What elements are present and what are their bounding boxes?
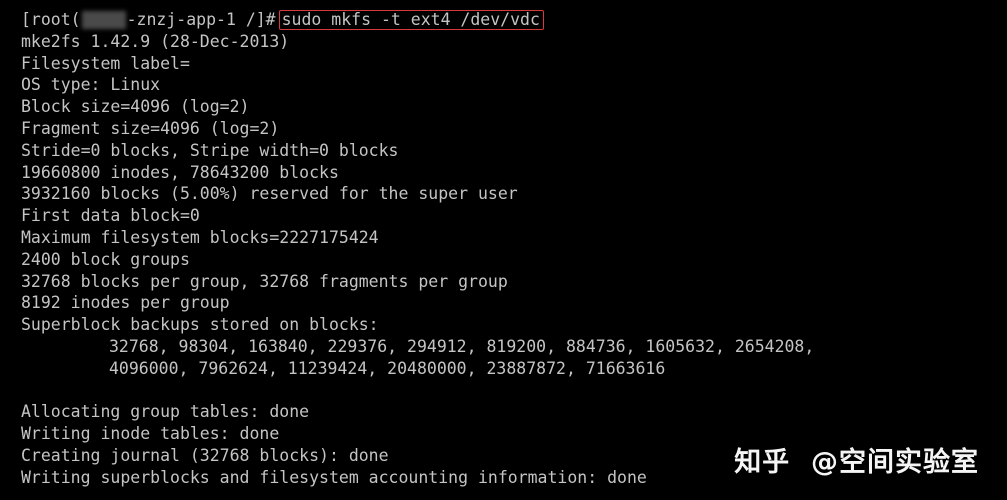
watermark-author: @空间实验室 <box>811 447 979 479</box>
zhihu-watermark: 知乎 @空间实验室 <box>734 447 979 479</box>
output-line: mke2fs 1.42.9 (28-Dec-2013) <box>21 31 290 51</box>
output-line: Maximum filesystem blocks=2227175424 <box>21 227 379 247</box>
output-line: Filesystem label= <box>21 53 190 73</box>
output-line: First data block=0 <box>21 206 200 226</box>
output-line: Superblock backups stored on blocks: <box>21 315 379 335</box>
status-line: Allocating group tables: done <box>21 402 310 422</box>
output-line: Stride=0 blocks, Stripe width=0 blocks <box>21 140 399 160</box>
status-line: Writing inode tables: done <box>21 424 280 444</box>
watermark-gap <box>790 452 811 474</box>
prompt-suffix: -znzj-app-1 /]# <box>126 10 276 29</box>
output-line: 3932160 blocks (5.00%) reserved for the … <box>21 184 518 204</box>
output-line: 19660800 inodes, 78643200 blocks <box>21 162 339 182</box>
output-line: Block size=4096 (log=2) <box>21 97 250 117</box>
command-prompt-line: [root( -znzj-app-1 /]# sudo mkfs -t ext4 /… <box>21 9 1007 31</box>
redacted-hostname <box>81 10 126 29</box>
watermark-brand: 知乎 <box>734 447 791 479</box>
output-line: Fragment size=4096 (log=2) <box>21 118 280 138</box>
output-line: 8192 inodes per group <box>21 293 230 313</box>
output-line: 32768 blocks per group, 32768 fragments … <box>21 271 508 291</box>
highlighted-command: sudo mkfs -t ext4 /dev/vdc <box>278 9 544 30</box>
prompt-prefix: [root( <box>21 10 81 29</box>
output-line: OS type: Linux <box>21 75 161 95</box>
terminal-window[interactable]: [root( -znzj-app-1 /]# sudo mkfs -t ext4 /… <box>0 0 1007 500</box>
superblock-backup-line: 4096000, 7962624, 11239424, 20480000, 23… <box>109 358 666 378</box>
superblock-backup-line: 32768, 98304, 163840, 229376, 294912, 81… <box>109 336 815 356</box>
output-line: 2400 block groups <box>21 249 190 269</box>
